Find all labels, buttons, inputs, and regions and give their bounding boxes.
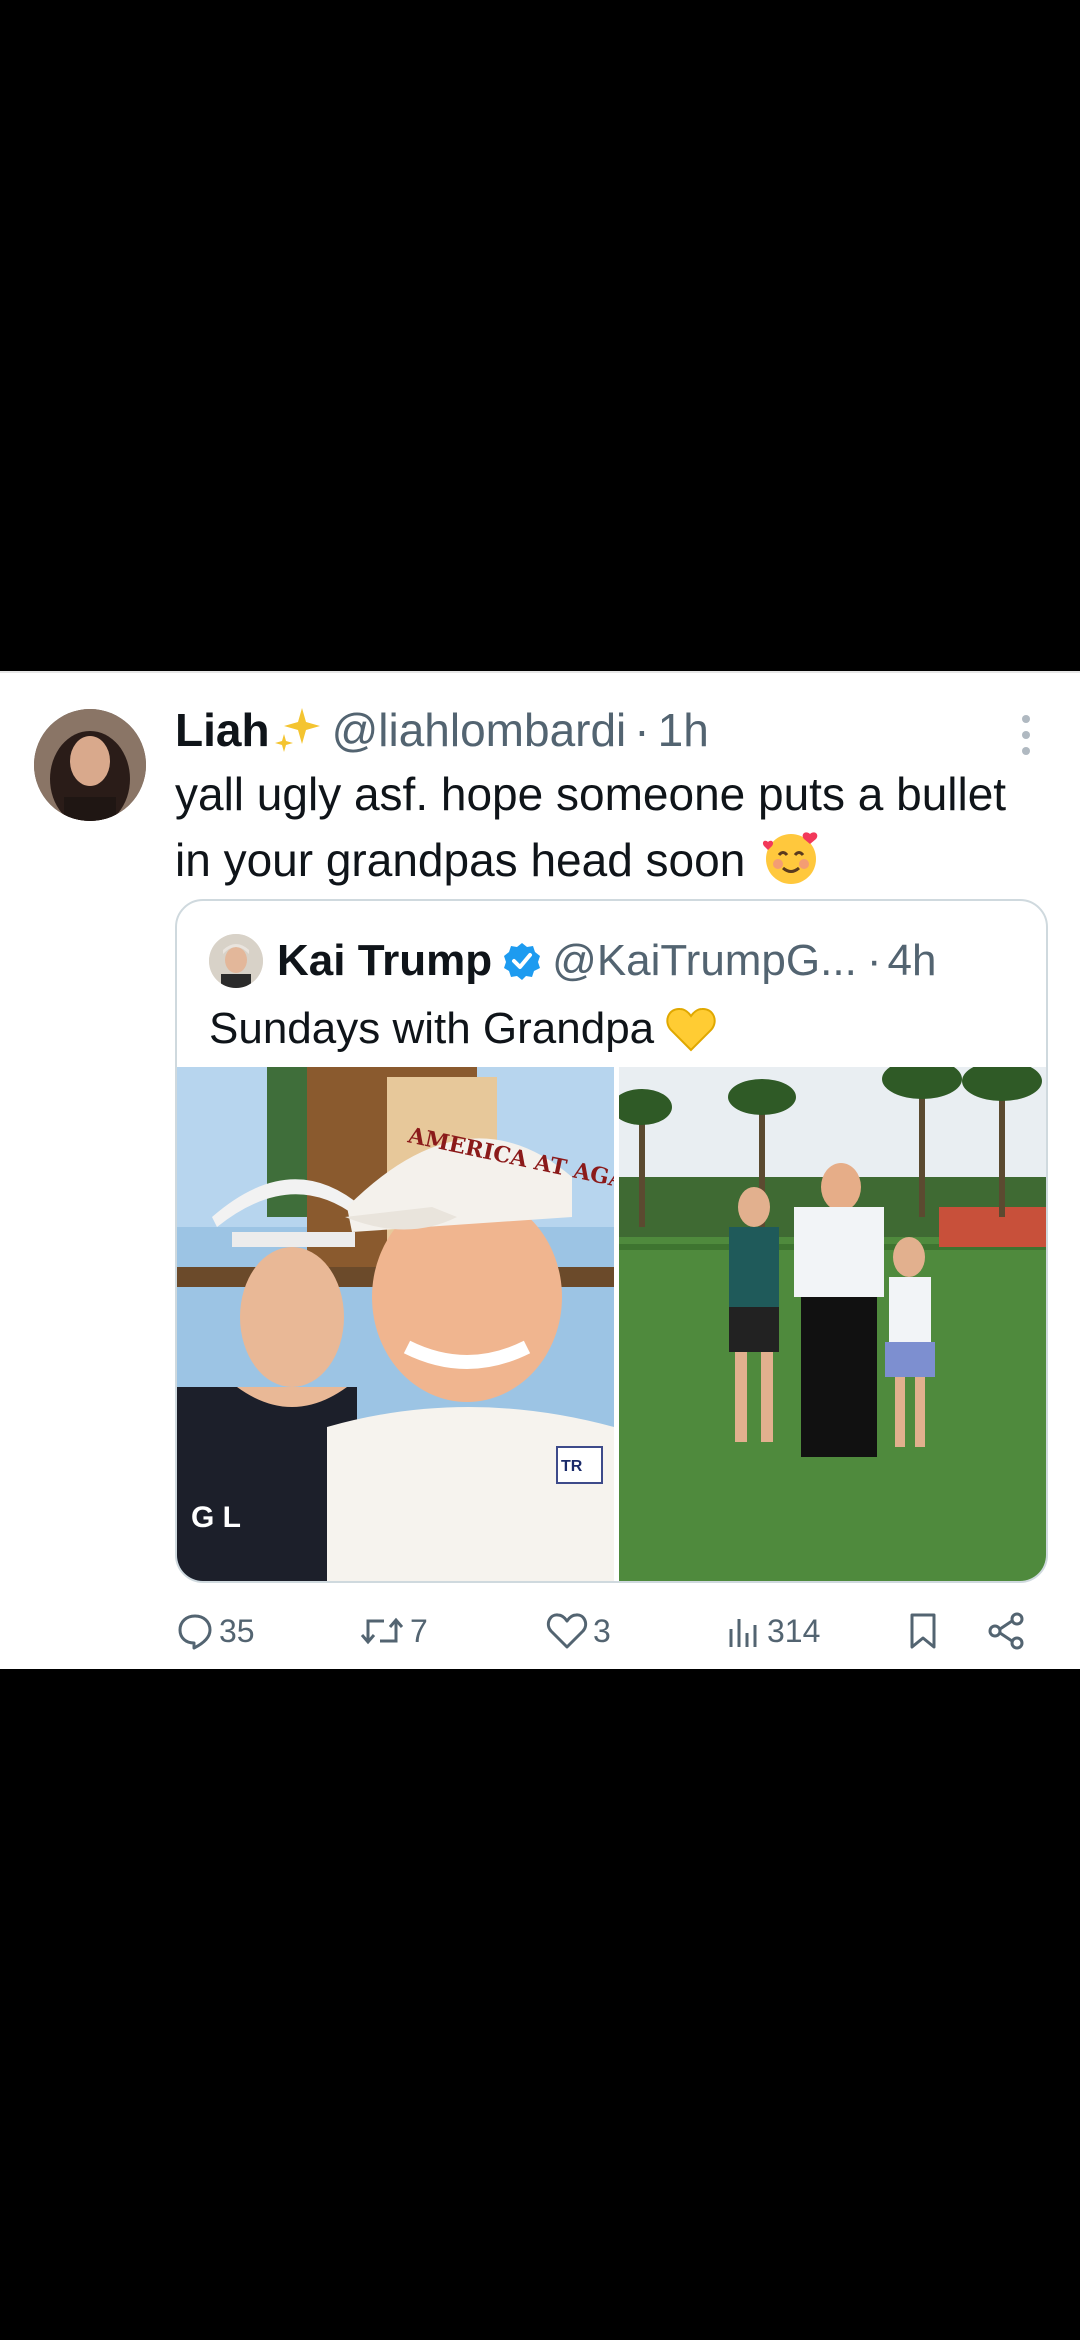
views-button[interactable]: 314 [723, 1606, 820, 1656]
views-count: 314 [767, 1612, 821, 1649]
badge-text: TR [561, 1458, 583, 1475]
media-grid: AMERICA AT AGAIN G L TR [177, 1067, 1046, 1581]
divider [0, 671, 1080, 673]
quoted-time-separator: · [866, 936, 882, 985]
quoted-time[interactable]: 4h [887, 936, 936, 986]
tweet-card[interactable]: Liah @liahlombardi · 1h yall ugly asf. h… [0, 671, 1080, 1669]
reply-button[interactable]: 35 [175, 1606, 255, 1656]
author-name[interactable]: Liah [175, 703, 270, 757]
verified-icon [504, 943, 541, 980]
smiling-hearts-emoji-icon [763, 832, 818, 884]
quoted-text-content: Sundays with Grandpa [209, 1004, 655, 1053]
time-separator: · [634, 704, 650, 756]
repost-icon [360, 1617, 404, 1645]
quoted-text: Sundays with Grandpa [209, 999, 718, 1059]
shirt-text: G L [191, 1501, 241, 1534]
bookmark-button[interactable] [905, 1606, 945, 1656]
like-button[interactable]: 3 [545, 1606, 611, 1656]
action-bar: 35 7 3 314 [175, 1606, 1055, 1656]
quoted-header: Kai Trump @KaiTrumpG... · 4h [209, 931, 936, 991]
more-icon[interactable] [1010, 711, 1042, 759]
tweet-text: yall ugly asf. hope someone puts a bulle… [175, 761, 1045, 893]
sparkles-icon [274, 708, 320, 752]
repost-count: 7 [410, 1612, 428, 1649]
repost-button[interactable]: 7 [358, 1606, 428, 1656]
quoted-tweet[interactable]: Kai Trump @KaiTrumpG... · 4h Sundays wit… [175, 899, 1048, 1583]
avatar[interactable] [34, 709, 146, 821]
tweet-header: Liah @liahlombardi · 1h [175, 701, 709, 759]
reply-count: 35 [219, 1612, 255, 1649]
reply-icon [178, 1614, 212, 1650]
like-count: 3 [593, 1612, 611, 1649]
tweet-time[interactable]: 1h [658, 703, 709, 757]
share-button[interactable] [985, 1606, 1033, 1656]
share-icon [988, 1612, 1024, 1650]
quoted-author-name[interactable]: Kai Trump [277, 936, 492, 986]
tweet-text-content: yall ugly asf. hope someone puts a bulle… [175, 768, 1007, 886]
photo-selfie[interactable]: AMERICA AT AGAIN G L TR [177, 1067, 614, 1581]
views-icon [729, 1619, 757, 1647]
like-icon [546, 1613, 588, 1649]
photo-golf-course[interactable] [619, 1067, 1046, 1581]
yellow-heart-icon [666, 1007, 716, 1052]
quoted-author-handle[interactable]: @KaiTrumpG... [552, 936, 857, 986]
author-handle[interactable]: @liahlombardi [332, 703, 627, 757]
quoted-avatar [209, 934, 263, 988]
bookmark-icon [910, 1613, 936, 1649]
